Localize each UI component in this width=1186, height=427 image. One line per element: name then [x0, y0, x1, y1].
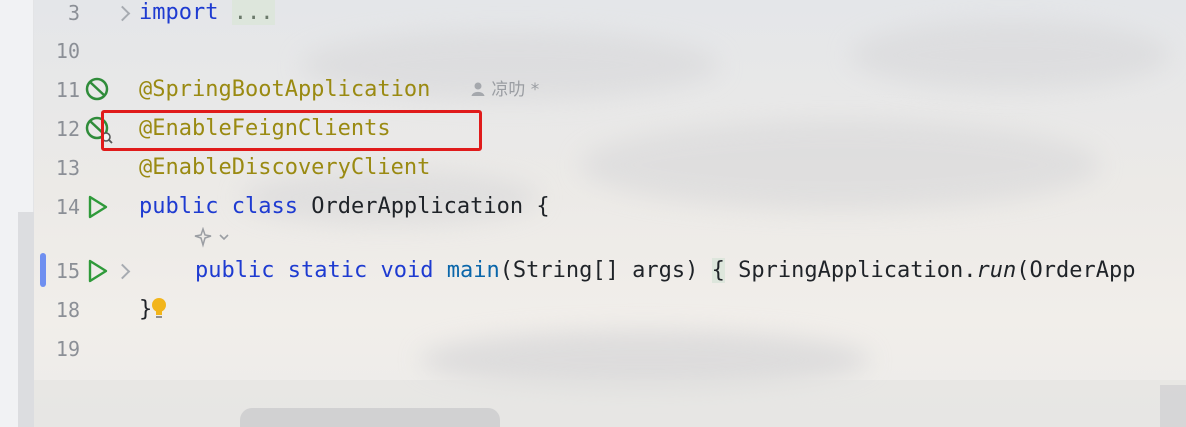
method-body: SpringApplication. [724, 258, 977, 283]
keyword-static: static [287, 258, 368, 283]
line-number: 12 [55, 117, 80, 141]
highlight-box [101, 110, 482, 151]
class-name: OrderApplication [311, 194, 524, 219]
line-number: 14 [55, 195, 80, 219]
run-icon[interactable] [86, 194, 110, 220]
run-icon[interactable] [86, 258, 110, 284]
annotation-enable-discovery-client[interactable]: @EnableDiscoveryClient [139, 149, 430, 187]
line-number: 10 [55, 39, 80, 63]
annotation-spring-boot-application[interactable]: @SpringBootApplication [139, 71, 430, 109]
code-line-13[interactable]: 13 @EnableDiscoveryClient [0, 149, 1186, 187]
folded-imports[interactable]: ... [231, 0, 276, 25]
keyword-public: public [195, 258, 275, 283]
open-brace: { [523, 194, 550, 219]
user-icon [471, 82, 485, 96]
line-number: 18 [55, 298, 80, 322]
import-statement[interactable]: import ... [139, 0, 276, 32]
main-method[interactable]: public static void main(String[] args) {… [195, 252, 1136, 290]
code-line-15[interactable]: 15 public static void main(String[] args… [0, 252, 1186, 290]
line-number: 19 [55, 337, 80, 361]
line-number: 11 [55, 78, 80, 102]
class-declaration[interactable]: public class OrderApplication { [139, 188, 550, 226]
line-number: 15 [55, 259, 80, 283]
code-line-11[interactable]: 11 @SpringBootApplication 凉叻 * [0, 71, 1186, 109]
line-number: 3 [67, 1, 80, 25]
run-call: run [976, 258, 1017, 283]
code-line-14[interactable]: 14 public class OrderApplication { [0, 188, 1186, 226]
run-call-args: (OrderApp [1016, 258, 1136, 283]
keyword-void: void [380, 258, 434, 283]
line-number: 13 [55, 156, 80, 180]
keyword-public: public [139, 194, 219, 219]
method-params: (String[] args) [499, 258, 712, 283]
code-line-10[interactable]: 10 [0, 32, 1186, 70]
author-name: 凉叻 * [491, 80, 540, 100]
keyword-class: class [231, 194, 298, 219]
fold-expand-icon[interactable] [114, 263, 131, 280]
code-line-18[interactable]: 18 } [0, 291, 1186, 329]
folded-body-brace[interactable]: { [711, 258, 725, 283]
spring-bean-icon[interactable] [84, 76, 112, 104]
import-keyword: import [139, 0, 219, 25]
lightbulb-icon[interactable] [151, 297, 167, 321]
sparkle-icon[interactable] [192, 227, 232, 249]
fold-expand-icon[interactable] [114, 5, 131, 22]
code-line-3[interactable]: 3 import ... [0, 0, 1186, 32]
code-line-19[interactable]: 19 [0, 330, 1186, 368]
method-name: main [446, 258, 500, 283]
author-inlay[interactable]: 凉叻 * [470, 79, 539, 101]
